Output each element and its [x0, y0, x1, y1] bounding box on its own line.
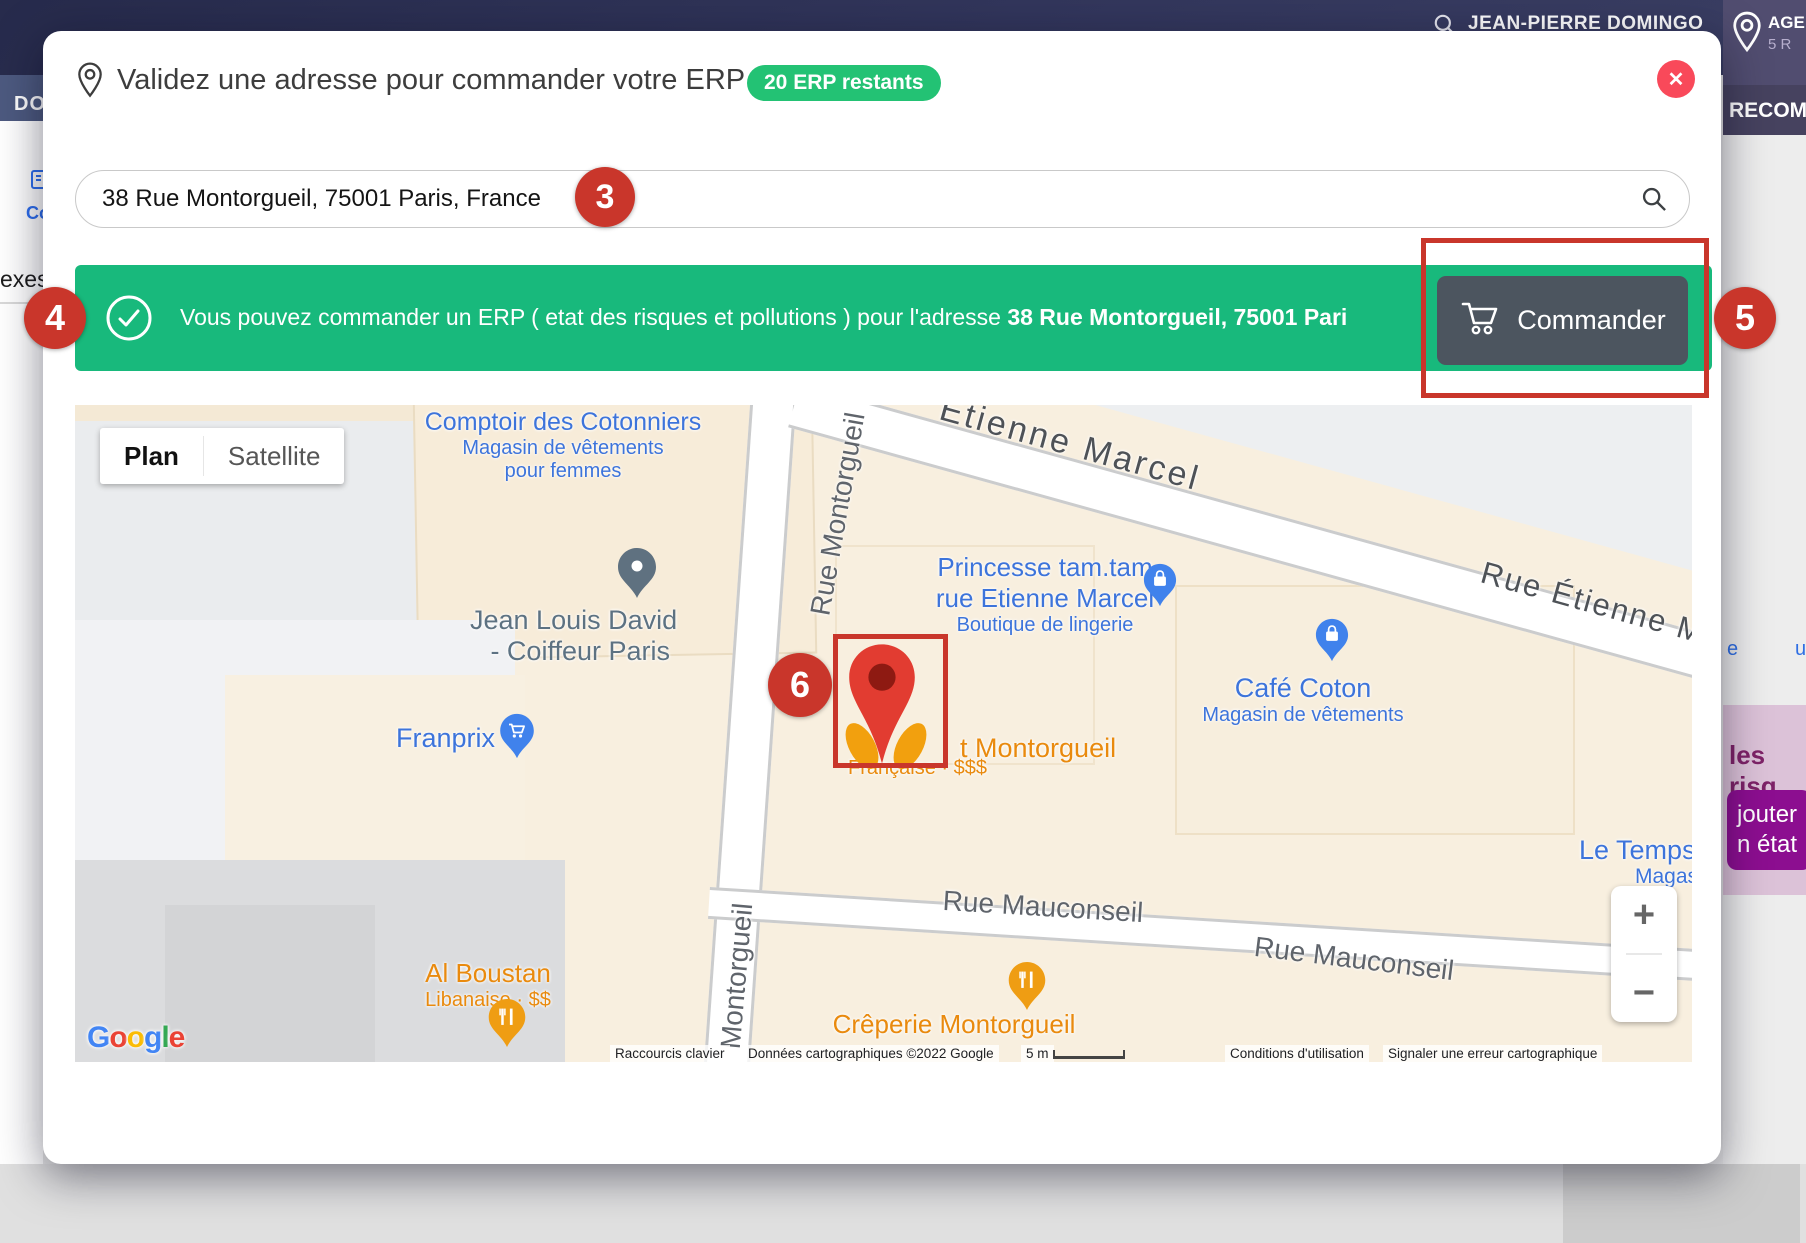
map-scale-label: 5 m [1021, 1045, 1054, 1062]
page-background-bottom-right [1563, 1164, 1800, 1243]
map-building [165, 905, 375, 1062]
poi-pin-al-boustan-restaurant[interactable] [487, 998, 527, 1053]
check-circle-icon [105, 294, 153, 347]
modal-title: Validez une adresse pour commander votre… [117, 64, 745, 97]
map-block [225, 675, 525, 870]
cart-icon [1459, 297, 1503, 344]
erp-remaining-badge: 20 ERP restants [747, 65, 941, 101]
poi-pin-princesse-bag[interactable] [1143, 563, 1177, 612]
zoom-out-button[interactable]: − [1633, 974, 1655, 1012]
banner-message-address: 38 Rue Montorgueil, 75001 Pari [1007, 304, 1347, 330]
poi-comptoir-sub1: Magasin de vêtements [413, 437, 713, 460]
poi-franprix[interactable]: Franprix [355, 723, 495, 754]
annotation-step-6: 6 [768, 653, 832, 717]
poi-cafe-coton-line2: Magasin de vêtements [1153, 704, 1453, 727]
page-background-bottom [0, 1164, 1806, 1243]
poi-al-boustan-line1: Al Boustan [388, 958, 588, 989]
poi-jld-line2: - Coiffeur Paris [470, 636, 670, 667]
poi-jean-louis-david[interactable]: Jean Louis David - Coiffeur Paris [470, 605, 670, 667]
order-erp-modal: Validez une adresse pour commander votre… [43, 31, 1721, 1164]
poi-comptoir-name: Comptoir des Cotonniers [413, 408, 713, 437]
poi-pin-creperie-restaurant[interactable] [1007, 961, 1047, 1016]
poi-creperie[interactable]: Crêperie Montorgueil [804, 1009, 1104, 1040]
map-type-satellite-button[interactable]: Satellite [204, 428, 345, 484]
background-link-e[interactable]: e [1727, 638, 1738, 661]
google-logo[interactable]: Google [87, 1021, 184, 1055]
map-zoom-control: + − [1611, 886, 1677, 1022]
google-letter: e [169, 1021, 185, 1054]
address-search-input[interactable] [75, 170, 1690, 228]
search-icon[interactable] [1640, 185, 1668, 218]
google-letter: o [109, 1021, 126, 1054]
google-letter: G [87, 1021, 109, 1054]
google-letter: l [161, 1021, 168, 1054]
keyboard-shortcuts-link[interactable]: Raccourcis clavier [610, 1045, 730, 1062]
nav-item-fragment[interactable]: DO [14, 93, 46, 116]
annotation-step-5: 5 [1714, 287, 1776, 349]
map-type-control: Plan Satellite [100, 428, 344, 484]
add-state-line2: n état [1737, 830, 1806, 860]
recommendations-header: RECOM [1723, 85, 1806, 135]
poi-cafe-coton[interactable]: Café Coton Magasin de vêtements [1153, 673, 1453, 727]
poi-pin-franprix-cart[interactable] [499, 713, 535, 764]
poi-le-temps[interactable]: Le Temps [1579, 835, 1692, 866]
annotation-step-3: 3 [575, 167, 635, 227]
commander-label: Commander [1517, 305, 1666, 336]
close-button[interactable]: ✕ [1657, 60, 1695, 98]
page: DO JEAN-PIERRE DOMINGO AGE 5 R RECOM e u… [0, 0, 1806, 1243]
zoom-in-button[interactable]: + [1633, 896, 1655, 934]
poi-comptoir-sub2: pour femmes [413, 460, 713, 483]
poi-comptoir[interactable]: Comptoir des Cotonniers Magasin de vêtem… [413, 408, 713, 483]
background-link-u[interactable]: u [1795, 638, 1806, 661]
annotation-step-4: 4 [24, 287, 86, 349]
google-map[interactable]: Etienne Marcel Rue Étienne M Rue Montorg… [75, 405, 1692, 1062]
google-letter: o [127, 1021, 144, 1054]
poi-cafe-coton-line1: Café Coton [1153, 673, 1453, 704]
map-type-plan-button[interactable]: Plan [100, 428, 203, 484]
divider [1626, 953, 1662, 955]
terms-link[interactable]: Conditions d'utilisation [1225, 1045, 1369, 1062]
banner-message: Vous pouvez commander un ERP ( etat des … [180, 304, 1425, 331]
report-error-link[interactable]: Signaler une erreur cartographique [1383, 1045, 1602, 1062]
map-data-attribution: Données cartographiques ©2022 Google [743, 1045, 999, 1062]
poi-jld-line1: Jean Louis David [470, 605, 670, 636]
location-pin-icon [73, 61, 107, 106]
commander-button[interactable]: Commander [1437, 276, 1688, 365]
add-state-button[interactable]: jouter n état [1727, 790, 1806, 870]
poi-pin-hairdresser[interactable] [617, 547, 657, 604]
agency-name: AGE [1768, 13, 1805, 33]
map-scale-bar [1053, 1050, 1125, 1059]
address-search-wrap [75, 170, 1690, 228]
annotation-box-pin [833, 634, 948, 768]
banner-message-normal: Vous pouvez commander un ERP ( etat des … [180, 304, 1007, 330]
poi-pin-cafe-coton-bag[interactable] [1315, 618, 1349, 667]
google-letter: g [144, 1021, 161, 1054]
add-state-line1: jouter [1737, 800, 1806, 830]
agency-subtitle: 5 R [1768, 36, 1791, 53]
location-pin-icon [1728, 10, 1766, 61]
street-rue-mauconseil [708, 887, 1692, 981]
